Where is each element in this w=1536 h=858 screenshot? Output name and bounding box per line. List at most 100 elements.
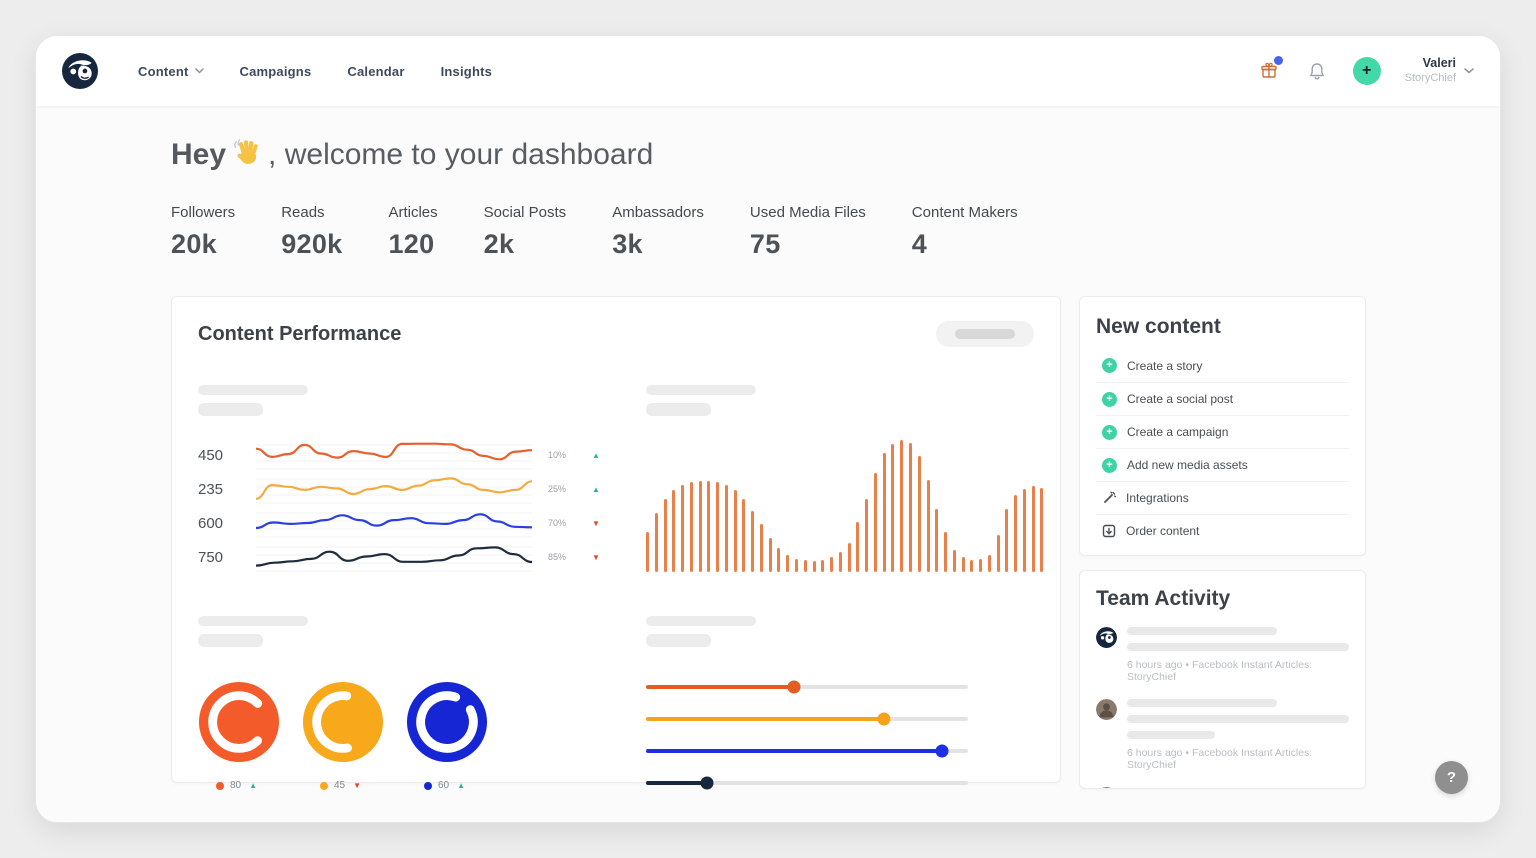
order-content-icon: [1102, 524, 1116, 538]
slider-fill: [646, 717, 885, 721]
progress-slider[interactable]: [646, 776, 968, 790]
sparkline-list: 450 10% ▲ 235 25% ▲ 600 70% ▼ 750 85% ▼: [198, 438, 616, 574]
skeleton-text: [646, 403, 711, 416]
bar: [1031, 486, 1035, 572]
nav-item-content[interactable]: Content: [138, 64, 204, 79]
stat-social-posts: Social Posts 2k: [483, 204, 567, 259]
bar: [856, 521, 860, 572]
sparkline-chart: [256, 477, 532, 504]
sparkline-row: 450 10% ▲: [198, 438, 616, 472]
skeleton-text: [198, 385, 308, 395]
activity-meta: 6 hours ago • Facebook Instant Articles:…: [1127, 659, 1313, 683]
bell-icon: [1309, 62, 1324, 79]
app-window: Content Campaigns Calendar Insights + Va…: [35, 35, 1501, 823]
trend-arrow: ▲: [592, 450, 600, 460]
slider-fill: [646, 685, 795, 689]
help-button[interactable]: ?: [1435, 761, 1468, 794]
card-title: New content: [1096, 315, 1221, 338]
bar: [944, 532, 948, 572]
storychief-logo[interactable]: [62, 53, 98, 89]
create-campaign-button[interactable]: + Create a campaign: [1096, 415, 1349, 448]
progress-slider[interactable]: [646, 712, 968, 726]
slider-knob[interactable]: [935, 744, 949, 758]
period-selector-button[interactable]: [936, 321, 1034, 347]
trend-arrow: ▲: [249, 781, 258, 790]
skeleton-text: [198, 403, 263, 416]
bar: [681, 484, 685, 572]
skeleton-text: [646, 634, 711, 647]
bar: [742, 499, 746, 572]
bar: [1005, 508, 1009, 572]
bar: [1022, 488, 1026, 572]
plus-circle-icon: +: [1102, 457, 1117, 473]
skeleton-text: [1127, 715, 1349, 723]
bar: [970, 560, 974, 572]
slider-knob[interactable]: [787, 680, 801, 694]
trend-arrow: ▲: [592, 484, 600, 494]
storychief-avatar: [1096, 627, 1117, 648]
nav-item-calendar[interactable]: Calendar: [347, 64, 404, 79]
gift-icon: [1260, 62, 1277, 78]
create-story-button[interactable]: + Create a story: [1096, 349, 1349, 382]
donut-legend-dot: [320, 781, 328, 790]
hero-rest: , welcome to your dashboard: [268, 138, 654, 171]
sparkline-row: 235 25% ▲: [198, 472, 616, 506]
slider-knob[interactable]: [877, 712, 891, 726]
slider-track[interactable]: [646, 712, 968, 726]
progress-slider[interactable]: [646, 680, 968, 694]
order-content-button[interactable]: Order content: [1096, 514, 1349, 547]
trend-arrow: ▼: [592, 552, 600, 562]
slider-track[interactable]: [646, 744, 968, 758]
bar: [865, 499, 869, 572]
nav-item-campaigns[interactable]: Campaigns: [240, 64, 312, 79]
bar: [698, 480, 702, 572]
stats-row: Followers 20k Reads 920k Articles 120 So…: [171, 204, 1365, 260]
stat-content-makers: Content Makers 4: [911, 204, 1018, 259]
progress-slider[interactable]: [646, 744, 968, 758]
create-social-post-button[interactable]: + Create a social post: [1096, 382, 1349, 415]
bar: [979, 558, 983, 572]
skeleton-text: [955, 329, 1015, 339]
stat-followers: Followers 20k: [171, 204, 236, 259]
sparkline-chart: [256, 512, 532, 538]
activity-item: 6 hours ago • Facebook Instant Articles:…: [1096, 627, 1349, 683]
add-button[interactable]: +: [1352, 57, 1381, 85]
bar: [961, 557, 965, 572]
bar: [654, 512, 658, 572]
bar: [996, 535, 1000, 572]
notifications-button[interactable]: [1305, 59, 1329, 83]
plus-icon: +: [1361, 62, 1372, 79]
bar: [987, 554, 991, 572]
donut-chart: 80 ▲: [198, 681, 280, 791]
bar: [777, 548, 781, 572]
bar: [768, 537, 772, 572]
skeleton-text: [1127, 627, 1277, 635]
integrations-button[interactable]: Integrations: [1096, 481, 1349, 514]
slider-knob[interactable]: [700, 776, 714, 790]
main-area: Hey , welcome to your dashboard Follower…: [36, 106, 1500, 822]
plus-circle-icon: +: [1102, 391, 1117, 407]
gift-button[interactable]: [1257, 56, 1283, 83]
skeleton-text: [1127, 699, 1277, 707]
sparkline-row: 600 70% ▼: [198, 506, 616, 540]
bar: [812, 561, 816, 572]
user-menu[interactable]: Valeri StoryChief: [1405, 56, 1474, 85]
donut-legend-dot: [424, 781, 432, 790]
slider-fill: [646, 781, 708, 785]
bar: [908, 442, 912, 572]
top-nav: Content Campaigns Calendar Insights + Va…: [36, 36, 1500, 106]
chevron-down-icon: [1464, 68, 1474, 74]
card-title: Content Performance: [198, 322, 402, 345]
trend-arrow: ▼: [592, 518, 600, 528]
nav-item-label: Insights: [440, 63, 493, 79]
nav-item-insights[interactable]: Insights: [441, 64, 492, 79]
slider-track[interactable]: [646, 680, 968, 694]
bar: [733, 490, 737, 572]
nav-items: Content Campaigns Calendar Insights: [138, 64, 492, 79]
right-column: New content + Create a story + Create a …: [1079, 296, 1366, 789]
donut-chart: 60 ▲: [406, 681, 488, 791]
bar: [795, 558, 799, 572]
slider-list: [646, 680, 968, 790]
slider-track[interactable]: [646, 776, 968, 790]
add-media-assets-button[interactable]: + Add new media assets: [1096, 448, 1349, 481]
